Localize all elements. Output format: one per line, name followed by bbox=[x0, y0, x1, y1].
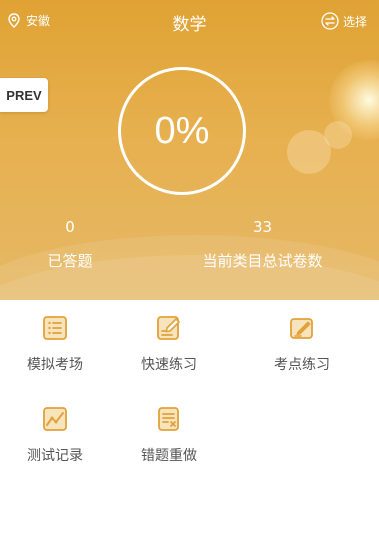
mock-exam-button[interactable]: 模拟考场 bbox=[0, 314, 110, 374]
redo-mistakes-button[interactable]: 错题重做 bbox=[114, 405, 224, 465]
select-label: 选择 bbox=[342, 14, 367, 29]
answered-stat: 0 已答题 bbox=[30, 218, 110, 271]
wrong-doc-icon bbox=[155, 405, 183, 433]
menu-item-label: 考点练习 bbox=[274, 357, 330, 373]
total-count: 33 bbox=[252, 218, 273, 236]
progress-percent: 0% bbox=[154, 109, 210, 152]
menu-item-label: 快速练习 bbox=[141, 357, 197, 373]
header-banner: 安徽 数学 选择 PREV 0% 0 已答题 33 当前类目总试卷数 bbox=[0, 0, 379, 300]
edit-note-icon bbox=[155, 314, 183, 342]
menu-item-label: 错题重做 bbox=[141, 448, 197, 464]
test-records-button[interactable]: 测试记录 bbox=[0, 405, 110, 465]
list-icon bbox=[41, 314, 69, 342]
menu-item-label: 测试记录 bbox=[27, 448, 83, 464]
answered-label: 已答题 bbox=[47, 252, 93, 270]
total-label: 当前类目总试卷数 bbox=[202, 252, 323, 270]
chart-icon bbox=[41, 405, 69, 433]
select-button[interactable]: 选择 bbox=[321, 12, 367, 30]
prev-button[interactable]: PREV bbox=[0, 78, 48, 112]
menu-item-label: 模拟考场 bbox=[27, 357, 83, 373]
pen-paper-icon bbox=[288, 314, 316, 342]
total-papers-stat: 33 当前类目总试卷数 bbox=[190, 218, 335, 271]
swap-icon bbox=[321, 12, 339, 30]
topic-practice-button[interactable]: 考点练习 bbox=[247, 314, 357, 374]
bokeh-circle bbox=[324, 121, 352, 149]
answered-count: 0 bbox=[65, 218, 75, 236]
function-menu: 模拟考场 快速练习 考点练习 测试记录 错题重做 bbox=[0, 300, 379, 552]
progress-ring: 0% bbox=[118, 67, 246, 195]
quick-practice-button[interactable]: 快速练习 bbox=[114, 314, 224, 374]
